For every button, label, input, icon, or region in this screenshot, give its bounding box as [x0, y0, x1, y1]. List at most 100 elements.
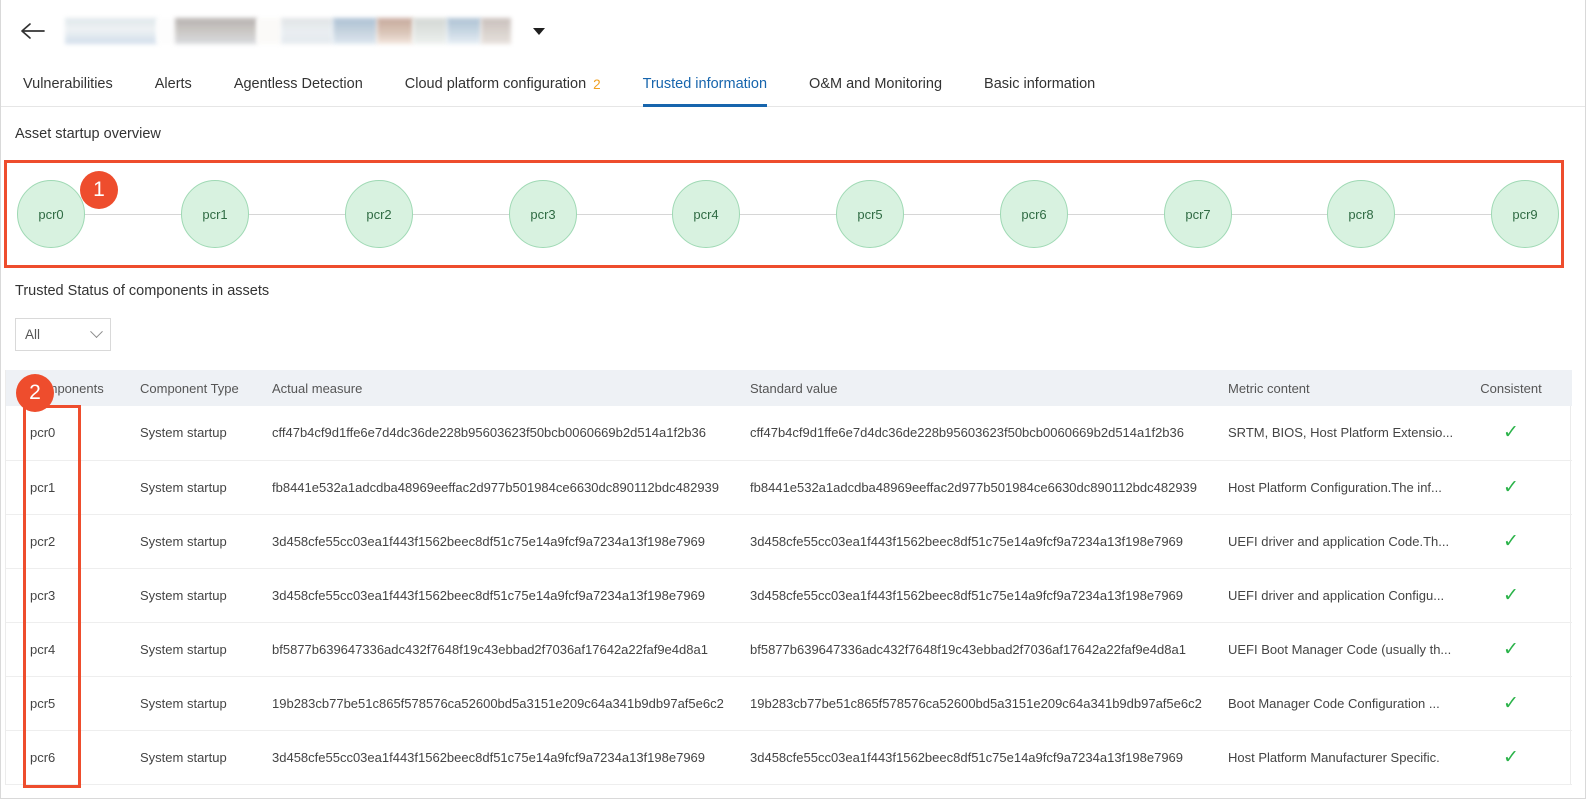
pcr-node-6[interactable]: pcr6	[1000, 180, 1068, 248]
pcr-node-9[interactable]: pcr9	[1491, 180, 1559, 248]
cell-standard: cff47b4cf9d1ffe6e7d4dc36de228b95603623f5…	[742, 406, 1220, 461]
table-header-row: Components Component Type Actual measure…	[6, 370, 1572, 406]
pcr-node-label: pcr6	[1021, 206, 1047, 222]
page-root: Vulnerabilities Alerts Agentless Detecti…	[0, 0, 1586, 799]
cell-standard: fb8441e532a1adcdba48969eeffac2d977b50198…	[742, 460, 1220, 515]
cell-standard: 3d458cfe55cc03ea1f443f1562beec8df51c75e1…	[742, 730, 1220, 785]
column-header-standard-value[interactable]: Standard value	[742, 370, 1220, 406]
tab-label: Cloud platform configuration	[404, 76, 587, 92]
pcr-node-label: pcr8	[1348, 206, 1374, 222]
pcr-chain: pcr0 pcr1 pcr2 pcr3 pcr4 pcr5 pcr6 pcr7 …	[7, 163, 1561, 265]
cell-consistent: ✓	[1468, 676, 1572, 731]
pcr-connector-line	[49, 214, 1533, 215]
column-header-metric-content[interactable]: Metric content	[1220, 370, 1468, 406]
pcr-node-5[interactable]: pcr5	[836, 180, 904, 248]
cell-metric: Host Platform Manufacturer Specific.	[1220, 730, 1468, 785]
pcr-node-7[interactable]: pcr7	[1164, 180, 1232, 248]
pcr-node-0[interactable]: pcr0	[17, 180, 85, 248]
cell-metric: Boot Manager Code Configuration ...	[1220, 676, 1468, 731]
tab-label: Alerts	[154, 76, 192, 92]
cell-consistent: ✓	[1468, 406, 1572, 461]
check-icon: ✓	[1503, 692, 1519, 714]
pcr-node-8[interactable]: pcr8	[1327, 180, 1395, 248]
tab-label: Vulnerabilities	[23, 76, 113, 92]
column-header-component-type[interactable]: Component Type	[134, 370, 264, 406]
table-row[interactable]: pcr1 System startup fb8441e532a1adcdba48…	[6, 460, 1572, 515]
tab-label: O&M and Monitoring	[809, 76, 943, 92]
cell-standard: 3d458cfe55cc03ea1f443f1562beec8df51c75e1…	[742, 514, 1220, 569]
chevron-down-icon	[90, 325, 103, 339]
back-arrow-icon[interactable]	[15, 14, 49, 48]
cell-component: pcr0	[6, 406, 134, 461]
annotation-badge-1: 1	[80, 171, 118, 209]
cell-consistent: ✓	[1468, 622, 1572, 677]
tab-alerts[interactable]: Alerts	[155, 62, 192, 107]
pcr-node-label: pcr3	[530, 206, 556, 222]
table-row[interactable]: pcr6 System startup 3d458cfe55cc03ea1f44…	[6, 730, 1572, 785]
pcr-node-label: pcr1	[202, 206, 228, 222]
cell-component: pcr3	[6, 568, 134, 623]
check-icon: ✓	[1503, 638, 1519, 660]
table-row[interactable]: pcr2 System startup 3d458cfe55cc03ea1f44…	[6, 514, 1572, 569]
cell-actual: 3d458cfe55cc03ea1f443f1562beec8df51c75e1…	[264, 568, 742, 623]
cell-standard: 3d458cfe55cc03ea1f443f1562beec8df51c75e1…	[742, 568, 1220, 623]
check-icon: ✓	[1503, 530, 1519, 552]
tab-bar: Vulnerabilities Alerts Agentless Detecti…	[1, 62, 1585, 107]
tab-trusted-information[interactable]: Trusted information	[642, 62, 768, 107]
check-icon: ✓	[1503, 746, 1519, 768]
cell-type: System startup	[134, 406, 264, 461]
pcr-chain-highlight-box: pcr0 pcr1 pcr2 pcr3 pcr4 pcr5 pcr6 pcr7 …	[4, 160, 1564, 268]
table-body: pcr0 System startup cff47b4cf9d1ffe6e7d4…	[6, 406, 1572, 785]
cell-type: System startup	[134, 730, 264, 785]
asset-startup-overview-title: Asset startup overview	[15, 126, 161, 142]
tab-label: Basic information	[984, 76, 1096, 92]
trusted-status-title: Trusted Status of components in assets	[15, 283, 270, 299]
components-table: Components Component Type Actual measure…	[6, 370, 1572, 785]
cell-actual: bf5877b639647336adc432f7648f19c43ebbad2f…	[264, 622, 742, 677]
tab-label: Agentless Detection	[233, 76, 363, 92]
cell-actual: 3d458cfe55cc03ea1f443f1562beec8df51c75e1…	[264, 514, 742, 569]
cell-standard: 19b283cb77be51c865f578576ca52600bd5a3151…	[742, 676, 1220, 731]
cell-type: System startup	[134, 622, 264, 677]
pcr-node-1[interactable]: pcr1	[181, 180, 249, 248]
check-icon: ✓	[1503, 422, 1519, 444]
check-icon: ✓	[1503, 584, 1519, 606]
pcr-node-4[interactable]: pcr4	[672, 180, 740, 248]
cell-component: pcr2	[6, 514, 134, 569]
page-header	[1, 0, 1585, 62]
cell-consistent: ✓	[1468, 514, 1572, 569]
tab-label: Trusted information	[642, 76, 768, 92]
cell-component: pcr4	[6, 622, 134, 677]
cell-actual: fb8441e532a1adcdba48969eeffac2d977b50198…	[264, 460, 742, 515]
table-row[interactable]: pcr0 System startup cff47b4cf9d1ffe6e7d4…	[6, 406, 1572, 461]
cell-metric: Host Platform Configuration.The inf...	[1220, 460, 1468, 515]
caret-down-icon[interactable]	[533, 27, 545, 35]
table-row[interactable]: pcr5 System startup 19b283cb77be51c865f5…	[6, 676, 1572, 731]
column-header-consistent[interactable]: Consistent	[1468, 370, 1572, 406]
tab-agentless-detection[interactable]: Agentless Detection	[234, 62, 363, 107]
pcr-node-3[interactable]: pcr3	[509, 180, 577, 248]
tab-badge-count: 2	[593, 76, 601, 92]
cell-consistent: ✓	[1468, 568, 1572, 623]
cell-actual: cff47b4cf9d1ffe6e7d4dc36de228b95603623f5…	[264, 406, 742, 461]
status-filter-value: All	[25, 327, 41, 342]
redacted-asset-title	[65, 18, 511, 44]
table-head: Components Component Type Actual measure…	[6, 370, 1572, 406]
tab-basic-information[interactable]: Basic information	[984, 62, 1095, 107]
table-row[interactable]: pcr3 System startup 3d458cfe55cc03ea1f44…	[6, 568, 1572, 623]
cell-metric: UEFI driver and application Code.Th...	[1220, 514, 1468, 569]
table-row[interactable]: pcr4 System startup bf5877b639647336adc4…	[6, 622, 1572, 677]
tab-cloud-platform-configuration[interactable]: Cloud platform configuration 2	[405, 62, 601, 107]
pcr-node-2[interactable]: pcr2	[345, 180, 413, 248]
column-header-actual-measure[interactable]: Actual measure	[264, 370, 742, 406]
pcr-node-label: pcr9	[1512, 206, 1538, 222]
status-filter-select[interactable]: All	[15, 318, 111, 351]
check-icon: ✓	[1503, 476, 1519, 498]
cell-type: System startup	[134, 676, 264, 731]
components-table-wrapper: Components Component Type Actual measure…	[5, 370, 1572, 785]
pcr-node-label: pcr4	[693, 206, 719, 222]
cell-type: System startup	[134, 568, 264, 623]
cell-type: System startup	[134, 514, 264, 569]
tab-vulnerabilities[interactable]: Vulnerabilities	[23, 62, 113, 107]
tab-om-and-monitoring[interactable]: O&M and Monitoring	[809, 62, 942, 107]
